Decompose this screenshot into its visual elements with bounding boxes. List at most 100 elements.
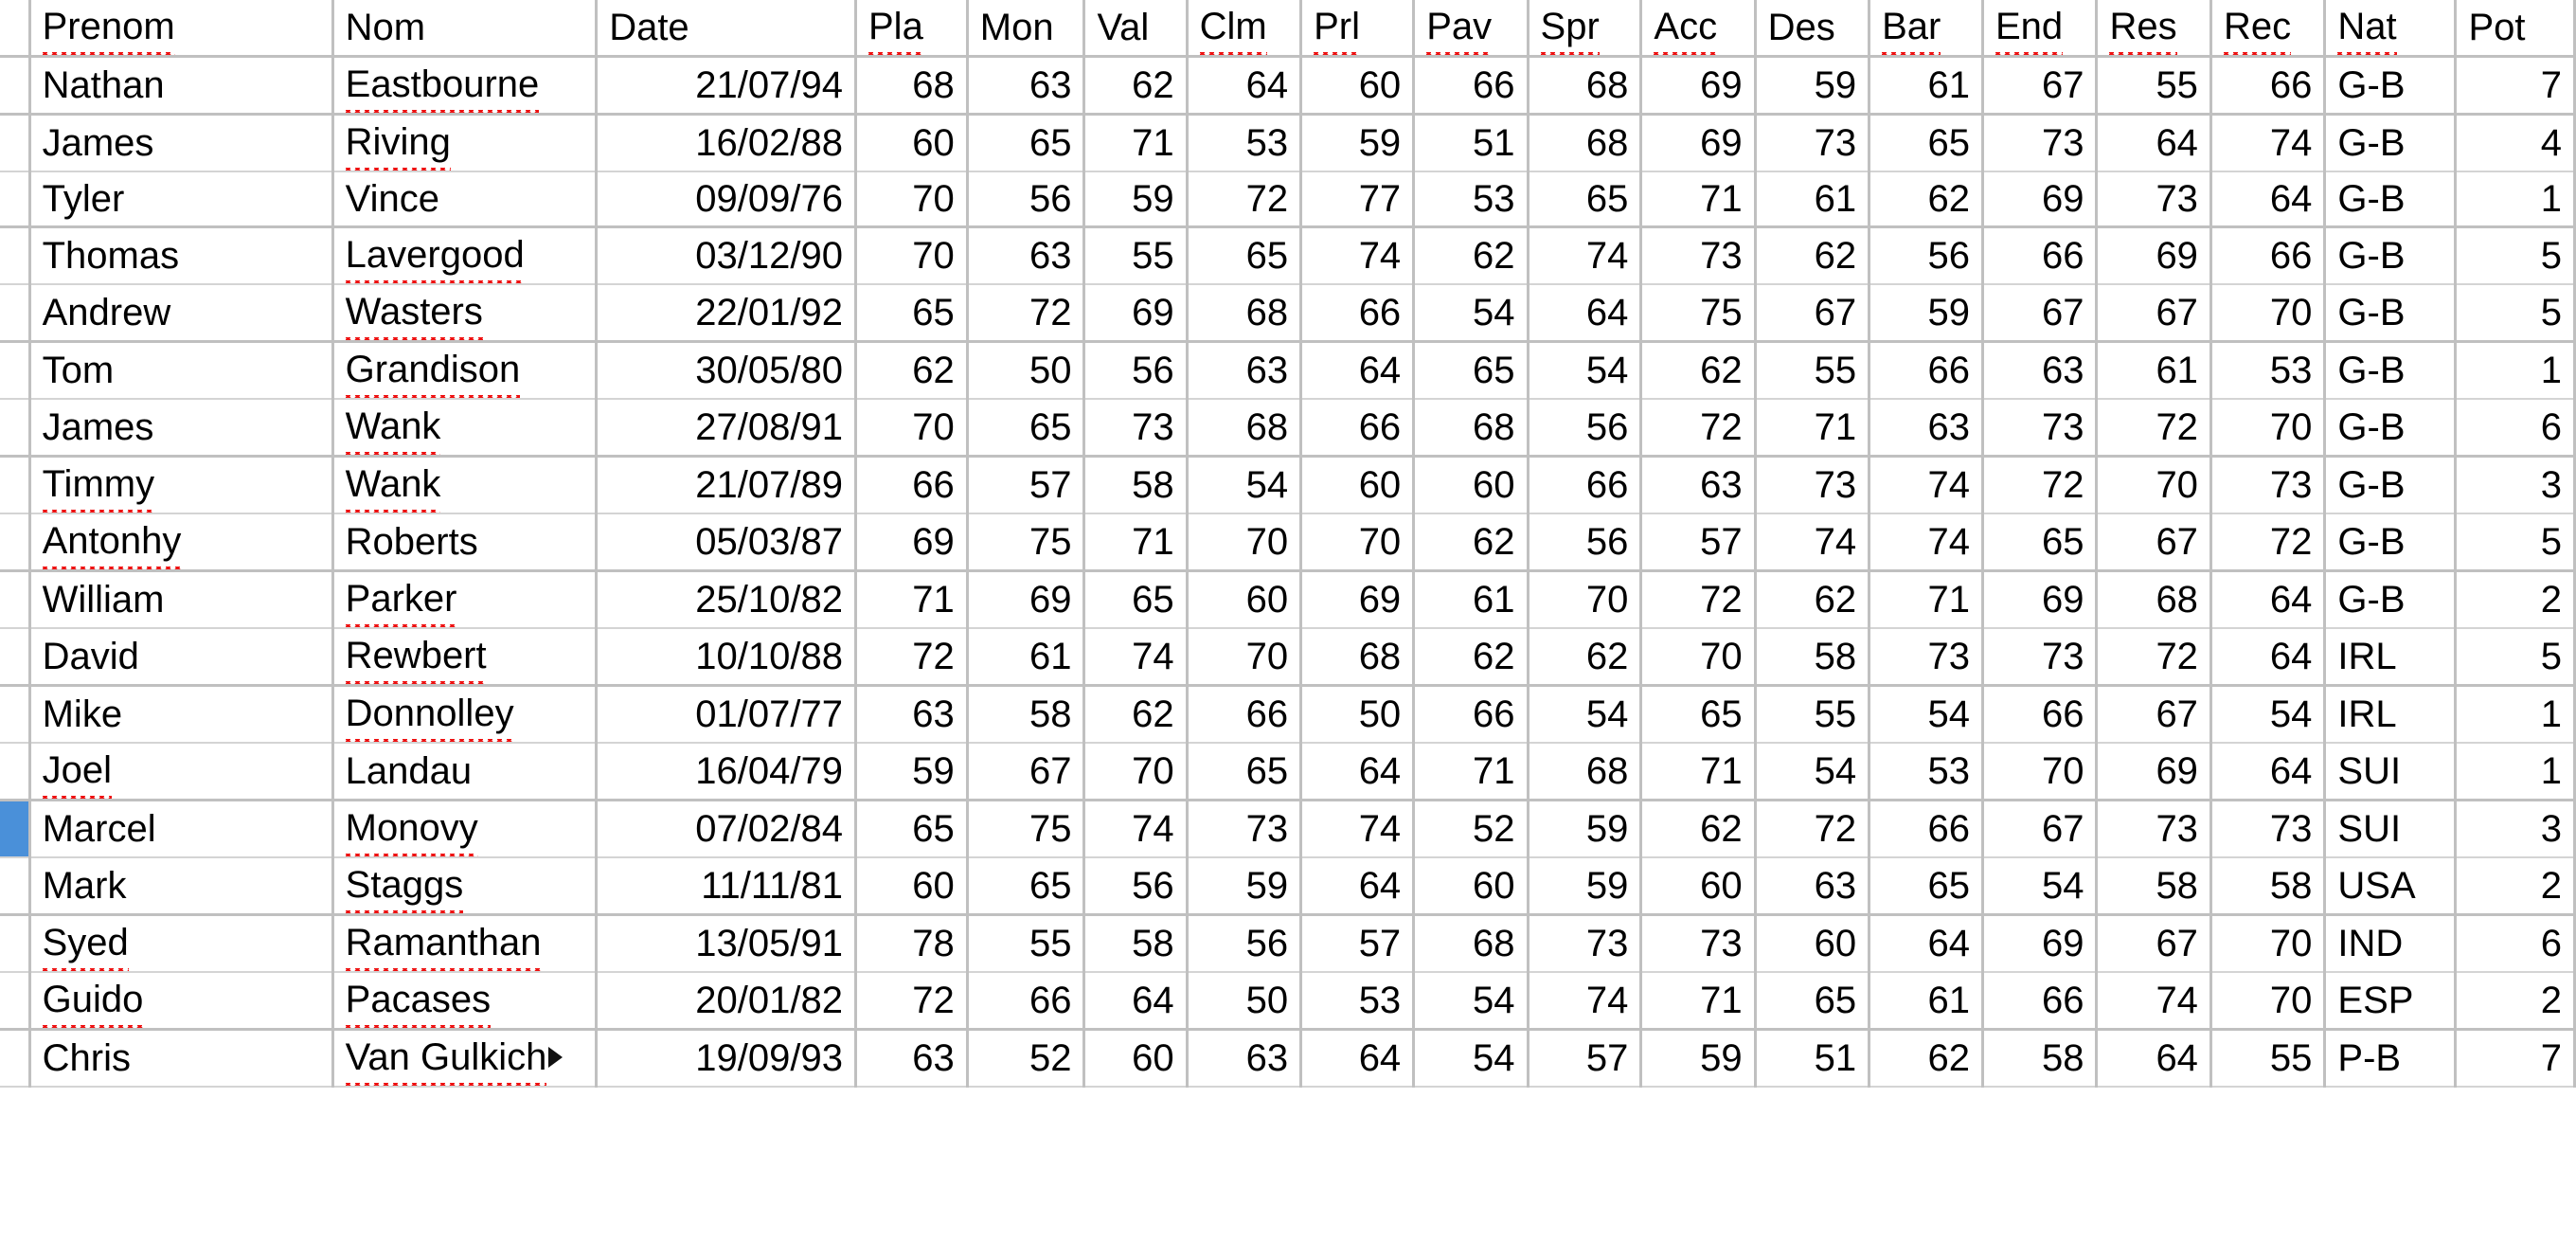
cell-pot[interactable]: 6: [2455, 914, 2576, 973]
cell-date[interactable]: 16/04/79: [596, 743, 857, 801]
cell-val[interactable]: 64: [1083, 972, 1189, 1031]
cell-pla[interactable]: 66: [855, 456, 969, 514]
row-gutter[interactable]: [0, 456, 31, 514]
cell-acc[interactable]: 75: [1640, 284, 1757, 343]
row-gutter[interactable]: [0, 226, 31, 285]
cell-val[interactable]: 74: [1083, 628, 1189, 687]
cell-spr[interactable]: 74: [1528, 972, 1643, 1031]
cell-clm[interactable]: 64: [1187, 56, 1303, 116]
cell-rec[interactable]: 66: [2210, 226, 2327, 285]
cell-pla[interactable]: 65: [855, 284, 969, 343]
cell-clm[interactable]: 70: [1187, 628, 1303, 687]
cell-prl[interactable]: 69: [1300, 570, 1416, 629]
cell-prl[interactable]: 59: [1300, 114, 1416, 172]
cell-date[interactable]: 20/01/82: [596, 972, 857, 1031]
cell-pot[interactable]: 5: [2455, 513, 2576, 572]
cell-res[interactable]: 55: [2096, 56, 2212, 116]
cell-prenom[interactable]: Joel: [29, 743, 334, 801]
cell-end[interactable]: 58: [1982, 1029, 2099, 1088]
cell-prenom[interactable]: Syed: [29, 914, 334, 973]
cell-res[interactable]: 61: [2096, 341, 2212, 400]
cell-prenom[interactable]: Chris: [29, 1029, 334, 1088]
cell-acc[interactable]: 63: [1640, 456, 1757, 514]
cell-nat[interactable]: G-B: [2324, 341, 2458, 400]
cell-res[interactable]: 68: [2096, 570, 2212, 629]
cell-nat[interactable]: G-B: [2324, 456, 2458, 514]
row-gutter[interactable]: [0, 743, 31, 801]
cell-val[interactable]: 55: [1083, 226, 1189, 285]
cell-acc[interactable]: 71: [1640, 743, 1757, 801]
cell-clm[interactable]: 70: [1187, 513, 1303, 572]
cell-des[interactable]: 58: [1755, 628, 1871, 687]
cell-bar[interactable]: 65: [1869, 857, 1984, 916]
cell-bar[interactable]: 74: [1869, 456, 1984, 514]
cell-val[interactable]: 70: [1083, 743, 1189, 801]
column-header-res[interactable]: Res: [2096, 0, 2212, 58]
cell-date[interactable]: 07/02/84: [596, 800, 857, 858]
row-gutter[interactable]: [0, 628, 31, 687]
cell-rec[interactable]: 55: [2210, 1029, 2327, 1088]
cell-spr[interactable]: 68: [1528, 114, 1643, 172]
cell-pav[interactable]: 66: [1413, 685, 1530, 744]
cell-mon[interactable]: 65: [967, 114, 1086, 172]
table-row[interactable]: Syed Ramanthan 13/05/91 78 55 58 56 57 68 73 73 60 6…: [0, 914, 2576, 973]
cell-res[interactable]: 67: [2096, 513, 2212, 572]
cell-val[interactable]: 71: [1083, 114, 1189, 172]
cell-des[interactable]: 62: [1755, 226, 1871, 285]
cell-date[interactable]: 25/10/82: [596, 570, 857, 629]
cell-des[interactable]: 63: [1755, 857, 1871, 916]
column-header-bar[interactable]: Bar: [1869, 0, 1984, 58]
cell-end[interactable]: 66: [1982, 685, 2099, 744]
row-gutter[interactable]: [0, 1029, 31, 1088]
cell-date[interactable]: 16/02/88: [596, 114, 857, 172]
cell-pav[interactable]: 53: [1413, 171, 1530, 228]
cell-spr[interactable]: 68: [1528, 56, 1643, 116]
cell-prl[interactable]: 66: [1300, 399, 1416, 458]
column-header-nom[interactable]: Nom: [332, 0, 599, 58]
cell-prenom[interactable]: James: [29, 114, 334, 172]
cell-rec[interactable]: 53: [2210, 341, 2327, 400]
cell-date[interactable]: 05/03/87: [596, 513, 857, 572]
cell-pot[interactable]: 2: [2455, 972, 2576, 1031]
cell-end[interactable]: 66: [1982, 226, 2099, 285]
cell-prl[interactable]: 64: [1300, 857, 1416, 916]
cell-date[interactable]: 19/09/93: [596, 1029, 857, 1088]
cell-nat[interactable]: G-B: [2324, 399, 2458, 458]
cell-date[interactable]: 11/11/81: [596, 857, 857, 916]
cell-pav[interactable]: 54: [1413, 1029, 1530, 1088]
cell-val[interactable]: 69: [1083, 284, 1189, 343]
cell-pla[interactable]: 70: [855, 226, 969, 285]
cell-val[interactable]: 62: [1083, 685, 1189, 744]
cell-nom[interactable]: Riving: [332, 114, 599, 172]
row-gutter[interactable]: [0, 56, 31, 116]
cell-val[interactable]: 60: [1083, 1029, 1189, 1088]
cell-pav[interactable]: 65: [1413, 341, 1530, 400]
cell-date[interactable]: 21/07/94: [596, 56, 857, 116]
cell-prl[interactable]: 66: [1300, 284, 1416, 343]
column-header-date[interactable]: Date: [596, 0, 857, 58]
cell-res[interactable]: 64: [2096, 114, 2212, 172]
cell-rec[interactable]: 73: [2210, 456, 2327, 514]
cell-prl[interactable]: 60: [1300, 56, 1416, 116]
cell-pla[interactable]: 63: [855, 1029, 969, 1088]
cell-nat[interactable]: G-B: [2324, 226, 2458, 285]
column-header-rec[interactable]: Rec: [2210, 0, 2327, 58]
cell-des[interactable]: 59: [1755, 56, 1871, 116]
cell-pot[interactable]: 7: [2455, 56, 2576, 116]
cell-acc[interactable]: 73: [1640, 914, 1757, 973]
cell-nat[interactable]: P-B: [2324, 1029, 2458, 1088]
cell-nom[interactable]: Van Gulkich: [332, 1029, 599, 1088]
cell-val[interactable]: 58: [1083, 456, 1189, 514]
column-header-mon[interactable]: Mon: [967, 0, 1086, 58]
cell-end[interactable]: 67: [1982, 56, 2099, 116]
cell-mon[interactable]: 65: [967, 857, 1086, 916]
row-gutter[interactable]: [0, 284, 31, 343]
cell-nat[interactable]: SUI: [2324, 743, 2458, 801]
cell-nat[interactable]: SUI: [2324, 800, 2458, 858]
cell-nom[interactable]: Staggs: [332, 857, 599, 916]
cell-res[interactable]: 69: [2096, 226, 2212, 285]
cell-acc[interactable]: 71: [1640, 972, 1757, 1031]
cell-res[interactable]: 69: [2096, 743, 2212, 801]
cell-mon[interactable]: 63: [967, 56, 1086, 116]
cell-pla[interactable]: 72: [855, 972, 969, 1031]
